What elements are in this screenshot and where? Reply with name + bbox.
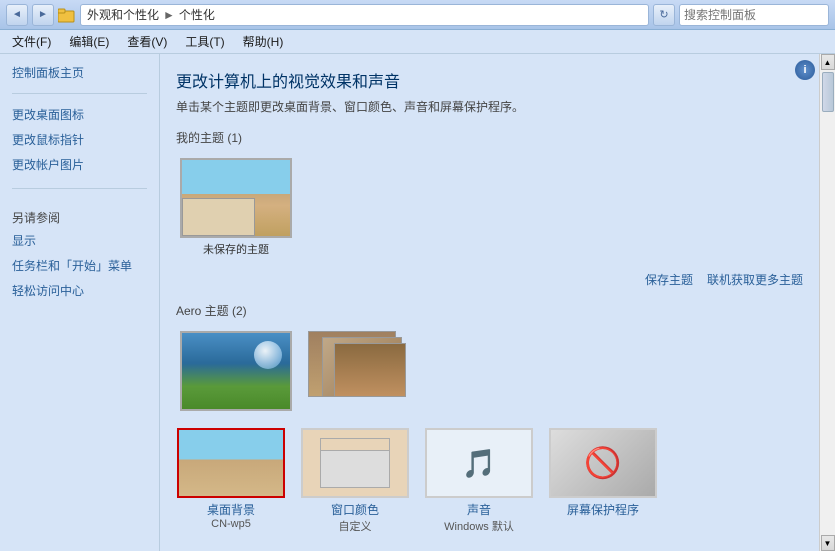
main-container: 控制面板主页 更改桌面图标 更改鼠标指针 更改帐户图片 另请参阅 显示 任务栏和… [0,54,835,551]
save-theme-link[interactable]: 保存主题 [645,271,693,288]
sidebar-link-account-pic[interactable]: 更改帐户图片 [12,156,147,175]
page-subtitle: 单击某个主题即更改桌面背景、窗口颜色、声音和屏幕保护程序。 [176,98,803,115]
content-scroll-wrapper: 更改计算机上的视觉效果和声音 单击某个主题即更改桌面背景、窗口颜色、声音和屏幕保… [160,54,835,551]
menu-edit[interactable]: 编辑(E) [61,31,117,52]
aero1-bubble [254,341,282,369]
window-mockup [320,438,390,488]
aero2-card-front [334,343,406,397]
desktop-bg-preview [177,428,285,498]
sidebar-home-link[interactable]: 控制面板主页 [12,64,147,81]
screensaver-image: 🚫 [551,430,655,496]
menu-tools[interactable]: 工具(T) [177,31,232,52]
aero-themes-grid [176,327,803,418]
desktop-bg-image [179,430,283,496]
my-themes-section: 我的主题 (1) 未保存的主题 [176,129,803,261]
theme-card-aero2[interactable] [304,327,424,418]
path-part-2: 个性化 [179,6,215,23]
scrollbar-up[interactable]: ▲ [821,54,835,70]
scrollbar: ▲ ▼ [819,54,835,551]
menu-file[interactable]: 文件(F) [4,31,59,52]
sidebar-link-desktop-icon[interactable]: 更改桌面图标 [12,106,147,125]
my-themes-label: 我的主题 (1) [176,129,803,146]
forward-button[interactable]: ► [32,4,54,26]
customization-row: 桌面背景 CN-wp5 窗口颜色 自定义 [176,428,803,534]
theme-card-aero1[interactable] [176,327,296,418]
custom-item-window-color[interactable]: 窗口颜色 自定义 [300,428,410,534]
content-area: 更改计算机上的视觉效果和声音 单击某个主题即更改桌面背景、窗口颜色、声音和屏幕保… [160,54,819,551]
get-more-themes-link[interactable]: 联机获取更多主题 [707,271,803,288]
aero-themes-section: Aero 主题 (2) [176,302,803,418]
address-bar[interactable]: 外观和个性化 ► 个性化 [80,4,649,26]
theme-name-unsaved: 未保存的主题 [203,241,269,257]
sound-name: 声音 [467,501,491,518]
theme-card-unsaved[interactable]: 未保存的主题 [176,154,296,261]
sound-preview-box: 🎵 [425,428,533,498]
menu-help[interactable]: 帮助(H) [235,31,292,52]
menubar: 文件(F) 编辑(E) 查看(V) 工具(T) 帮助(H) [0,30,835,54]
sound-icon-area: 🎵 [427,430,531,496]
sidebar-divider-2 [12,188,147,189]
screensaver-preview-box: 🚫 [549,428,657,498]
window-color-preview [301,428,409,498]
custom-item-screensaver[interactable]: 🚫 屏幕保护程序 [548,428,658,534]
sound-icon: 🎵 [462,447,497,480]
my-themes-grid: 未保存的主题 [176,154,803,261]
theme-preview-aero1 [180,331,292,411]
aero-themes-label: Aero 主题 (2) [176,302,803,319]
back-button[interactable]: ◄ [6,4,28,26]
path-part-1: 外观和个性化 [87,6,159,23]
screensaver-name: 屏幕保护程序 [567,501,639,518]
window-titlebar-mock [321,439,389,451]
info-icon[interactable]: i [795,60,815,80]
aero2-stack [308,331,420,411]
titlebar: ◄ ► 外观和个性化 ► 个性化 ↻ 🔍 [0,0,835,30]
window-color-image [303,430,407,496]
sidebar-divider [12,93,147,94]
desktop-bg-value: CN-wp5 [211,518,251,530]
sidebar: 控制面板主页 更改桌面图标 更改鼠标指针 更改帐户图片 另请参阅 显示 任务栏和… [0,54,160,551]
custom-item-desktop-bg[interactable]: 桌面背景 CN-wp5 [176,428,286,534]
sidebar-link-ease-access[interactable]: 轻松访问中心 [12,282,147,301]
desert-overlay [182,198,255,236]
window-color-value: 自定义 [339,518,372,534]
sidebar-also-see-title: 另请参阅 [12,209,147,226]
menu-view[interactable]: 查看(V) [119,31,175,52]
theme-actions: 保存主题 联机获取更多主题 [176,271,803,288]
scrollbar-down[interactable]: ▼ [821,535,835,551]
path-sep-1: ► [163,8,175,22]
sidebar-link-mouse-pointer[interactable]: 更改鼠标指针 [12,131,147,150]
theme-preview-unsaved [180,158,292,238]
custom-item-sound[interactable]: 🎵 声音 Windows 默认 [424,428,534,534]
window-color-name: 窗口颜色 [331,501,379,518]
sound-value: Windows 默认 [444,518,514,534]
search-box[interactable]: 🔍 [679,4,829,26]
desktop-bg-name: 桌面背景 [207,501,255,518]
scrollbar-thumb[interactable] [822,72,834,112]
refresh-button[interactable]: ↻ [653,4,675,26]
screensaver-no-icon: 🚫 [584,446,621,481]
page-title: 更改计算机上的视觉效果和声音 [176,68,803,92]
search-input[interactable] [684,8,835,22]
sidebar-link-display[interactable]: 显示 [12,232,147,251]
aero1-bg [182,333,290,409]
folder-icon [58,6,76,24]
sidebar-link-taskbar[interactable]: 任务栏和「开始」菜单 [12,257,147,276]
